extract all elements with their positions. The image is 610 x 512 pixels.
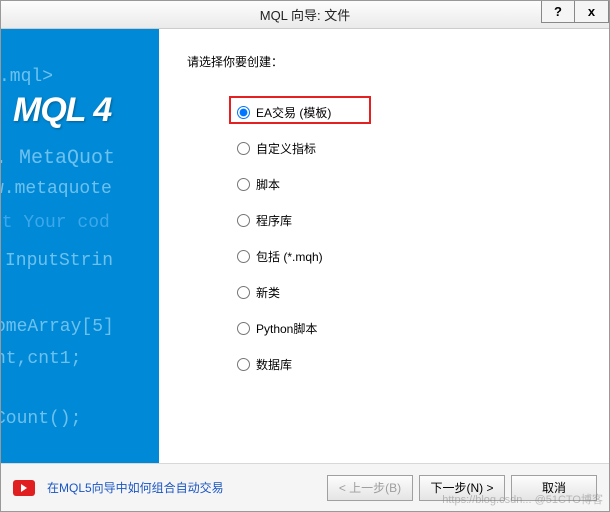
radio-row-custom-indicator[interactable]: 自定义指标 [237, 130, 581, 166]
code-line: . MetaQuot [1, 147, 115, 170]
footer: 在MQL5向导中如何组合自动交易 < 上一步(B) 下一步(N) > 取消 [1, 463, 609, 511]
code-line: InputStrin [5, 251, 113, 271]
radio-label-script[interactable]: 脚本 [256, 176, 280, 193]
mql4-logo: MQL 4 [13, 91, 111, 130]
radio-label-library[interactable]: 程序库 [256, 212, 292, 229]
next-button[interactable]: 下一步(N) > [419, 475, 505, 501]
radio-label-database[interactable]: 数据库 [256, 356, 292, 373]
close-button[interactable]: x [575, 1, 609, 23]
radio-new-class[interactable] [237, 286, 250, 299]
radio-database[interactable] [237, 358, 250, 371]
radio-list: EA交易 (模板) 自定义指标脚本程序库包括 (*.mqh) 新类 Python脚本数… [187, 94, 581, 382]
radio-script[interactable] [237, 178, 250, 191]
radio-library[interactable] [237, 214, 250, 227]
radio-include-mqh[interactable] [237, 250, 250, 263]
radio-row-new-class[interactable]: 新类 [237, 274, 581, 310]
radio-row-database[interactable]: 数据库 [237, 346, 581, 382]
code-line: omeArray[5] [1, 317, 114, 337]
radio-row-python-script[interactable]: Python脚本 [237, 310, 581, 346]
radio-row-ea-template[interactable]: EA交易 (模板) [237, 94, 581, 130]
code-line: nt,cnt1; [1, 349, 81, 369]
youtube-icon [13, 480, 35, 496]
instruction-text: 请选择你要创建： [187, 53, 581, 70]
radio-label-new-class[interactable]: 新类 [256, 284, 280, 301]
radio-row-include-mqh[interactable]: 包括 (*.mqh) [237, 238, 581, 274]
content-panel: 请选择你要创建： EA交易 (模板) 自定义指标脚本程序库包括 (*.mqh) 新类… [159, 29, 609, 463]
radio-row-library[interactable]: 程序库 [237, 202, 581, 238]
window-title: MQL 向导: 文件 [260, 5, 351, 24]
radio-row-script[interactable]: 脚本 [237, 166, 581, 202]
main-area: .mql> MQL 4 . MetaQuot w.metaquote rt Yo… [1, 29, 609, 463]
code-line: rt Your cod [1, 213, 110, 233]
sidebar: .mql> MQL 4 . MetaQuot w.metaquote rt Yo… [1, 29, 159, 463]
code-line: .mql> [1, 67, 53, 87]
titlebar: MQL 向导: 文件 ? x [1, 1, 609, 29]
back-button: < 上一步(B) [327, 475, 413, 501]
radio-label-custom-indicator[interactable]: 自定义指标 [256, 140, 316, 157]
radio-label-python-script[interactable]: Python脚本 [256, 320, 317, 337]
radio-label-include-mqh[interactable]: 包括 (*.mqh) [256, 248, 323, 265]
radio-label-ea-template[interactable]: EA交易 (模板) [256, 104, 331, 121]
radio-python-script[interactable] [237, 322, 250, 335]
help-button[interactable]: ? [541, 1, 575, 23]
footer-help-link[interactable]: 在MQL5向导中如何组合自动交易 [47, 479, 224, 496]
cancel-button[interactable]: 取消 [511, 475, 597, 501]
title-buttons: ? x [541, 1, 609, 23]
radio-custom-indicator[interactable] [237, 142, 250, 155]
radio-ea-template[interactable] [237, 106, 250, 119]
code-line: Count(); [1, 409, 81, 429]
code-line: w.metaquote [1, 179, 112, 199]
